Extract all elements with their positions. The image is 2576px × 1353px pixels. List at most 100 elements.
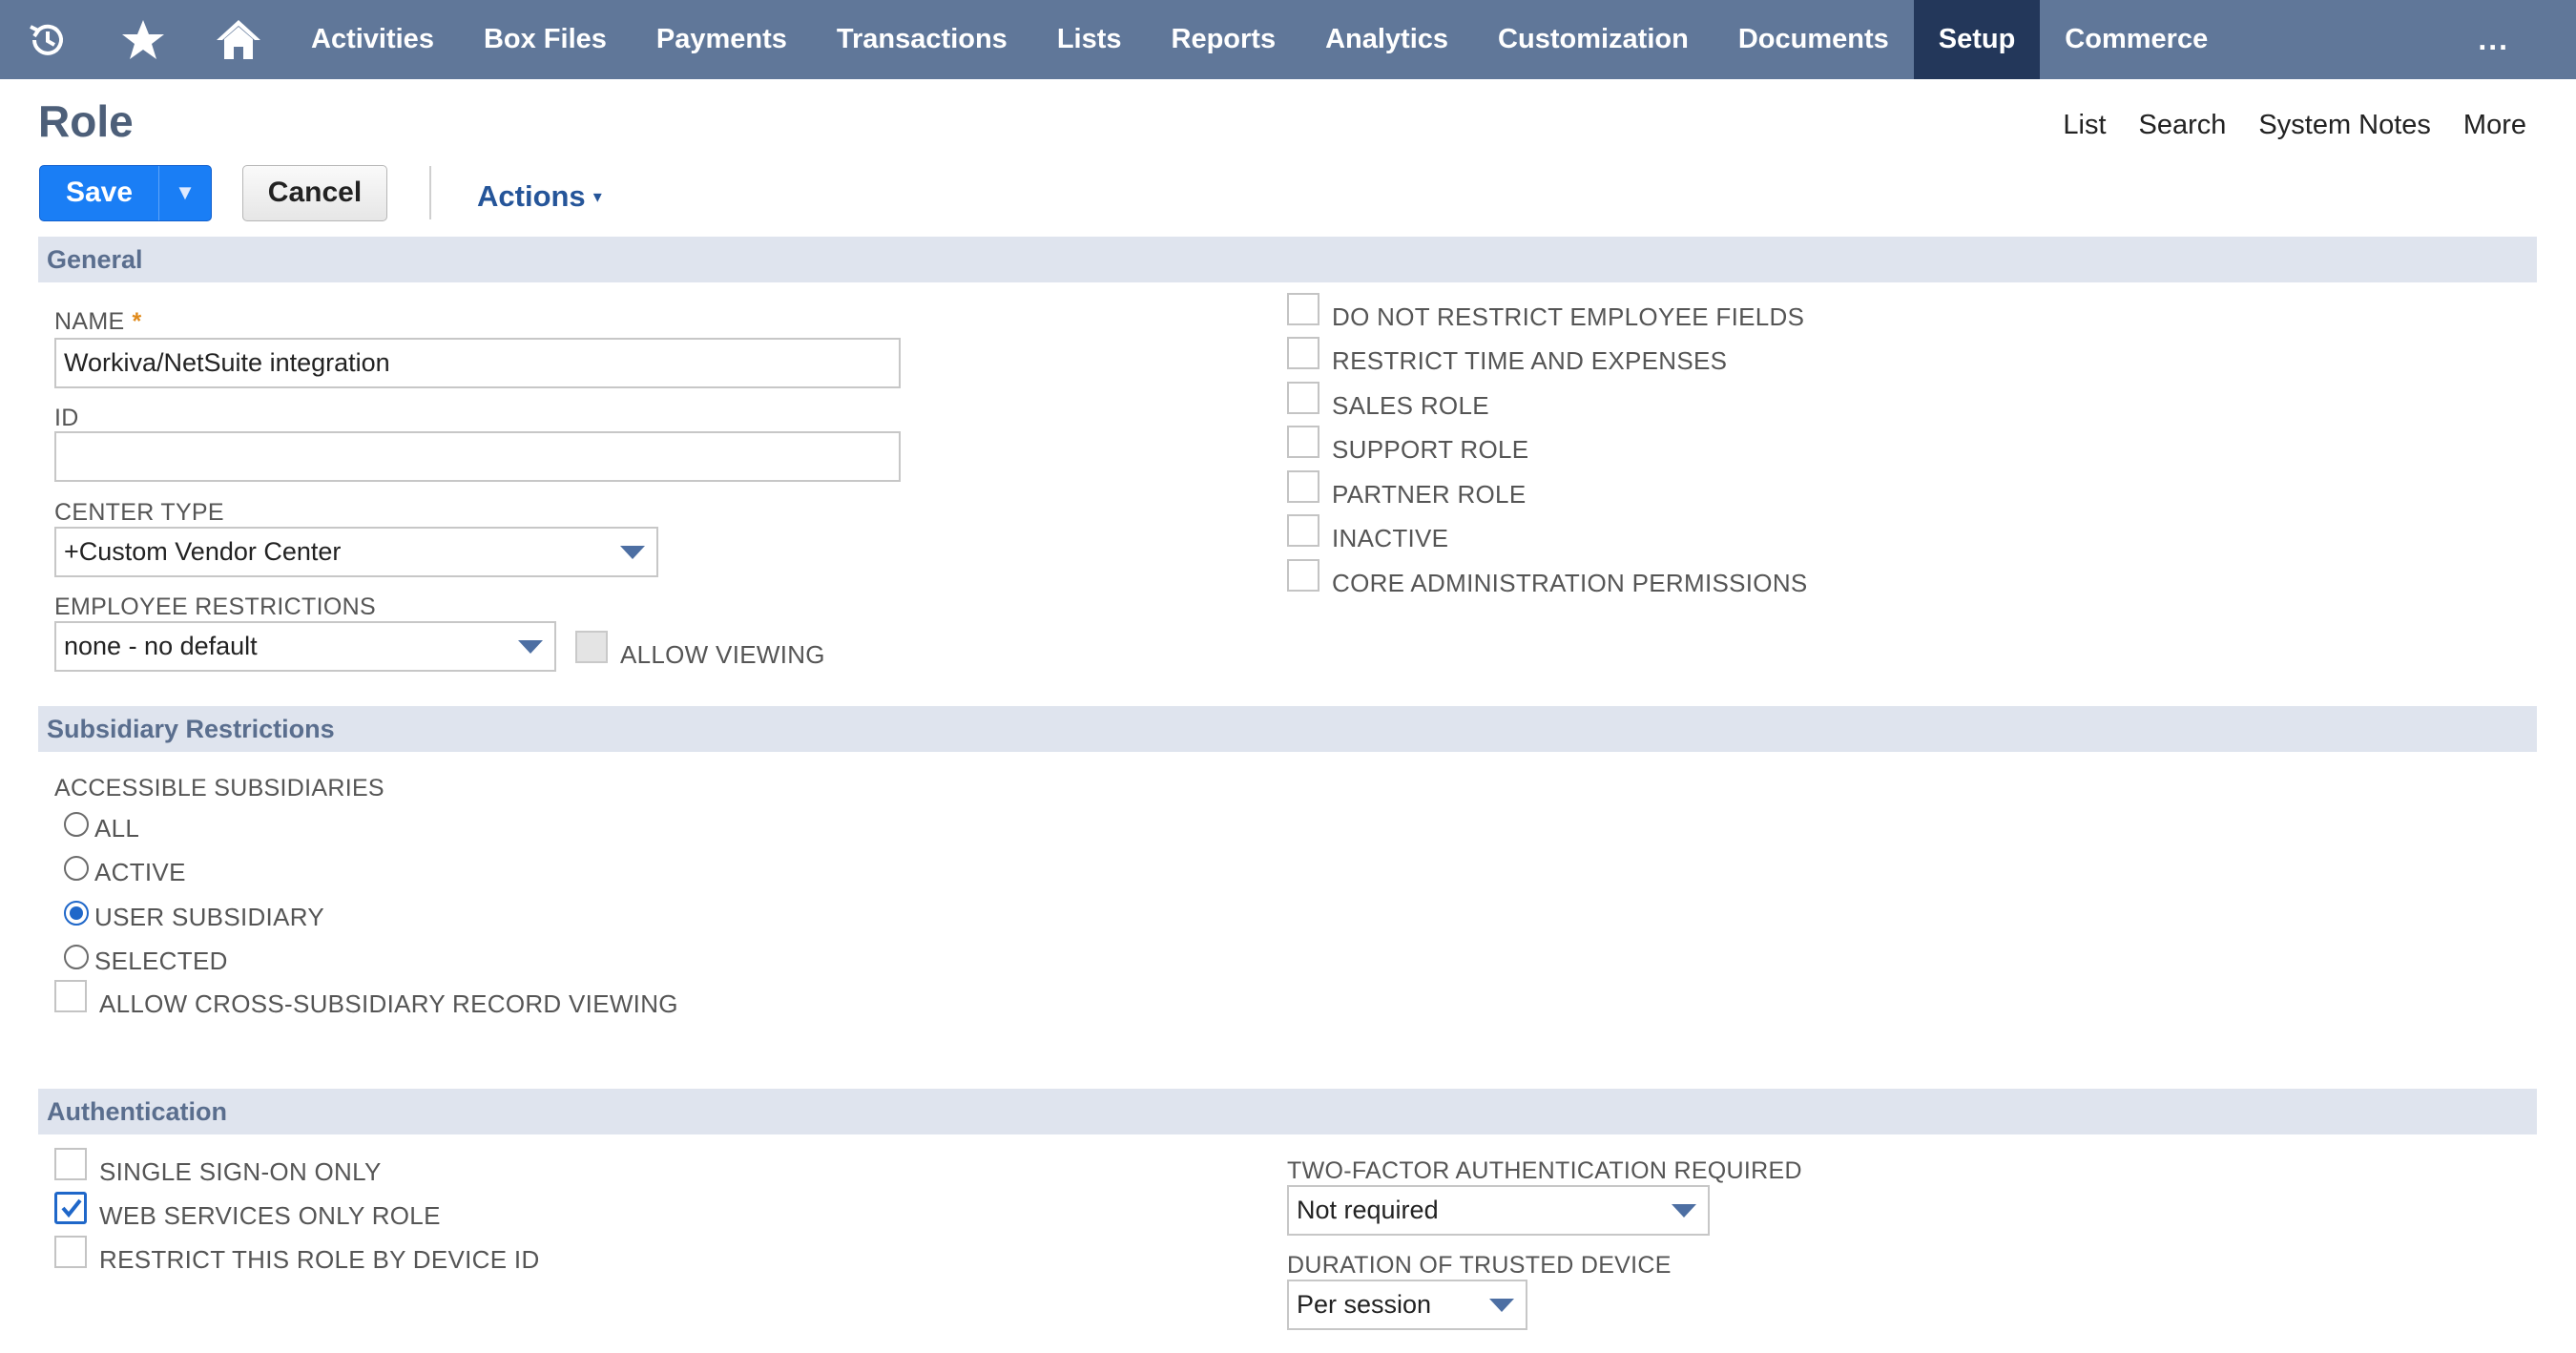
section-header-authentication[interactable]: Authentication <box>38 1089 2537 1134</box>
list-link[interactable]: List <box>2063 110 2106 141</box>
restrict-time-expenses-row: RESTRICT TIME AND EXPENSES <box>1287 337 1727 376</box>
restrict-time-expenses-label: RESTRICT TIME AND EXPENSES <box>1332 337 1727 376</box>
restrict-device-id-label: RESTRICT THIS ROLE BY DEVICE ID <box>99 1236 540 1275</box>
allow-viewing-label: ALLOW VIEWING <box>620 631 825 670</box>
web-services-only-label: WEB SERVICES ONLY ROLE <box>99 1192 441 1231</box>
trusted-device-duration-value: Per session <box>1297 1290 1431 1320</box>
single-sign-on-label: SINGLE SIGN-ON ONLY <box>99 1148 382 1187</box>
partner-role-checkbox[interactable] <box>1287 470 1319 503</box>
restrict-time-expenses-checkbox[interactable] <box>1287 337 1319 369</box>
form-toolbar: Save ▼ Cancel Actions ▾ <box>39 164 602 221</box>
name-label-text: NAME <box>54 308 124 335</box>
nav-item-reports[interactable]: Reports <box>1147 0 1301 79</box>
cancel-button[interactable]: Cancel <box>242 165 387 221</box>
nav-item-box-files[interactable]: Box Files <box>459 0 632 79</box>
core-admin-permissions-row: CORE ADMINISTRATION PERMISSIONS <box>1287 559 1808 598</box>
subsidiary-user-radio[interactable] <box>64 901 89 926</box>
dropdown-arrow-icon <box>1672 1204 1696 1218</box>
page-links: List Search System Notes More <box>2063 110 2526 141</box>
trusted-device-duration-label: DURATION OF TRUSTED DEVICE <box>1287 1252 1672 1280</box>
cross-subsidiary-row: ALLOW CROSS-SUBSIDIARY RECORD VIEWING <box>54 980 678 1019</box>
actions-menu[interactable]: Actions ▾ <box>477 172 602 214</box>
caret-down-icon: ▾ <box>593 187 602 207</box>
sales-role-label: SALES ROLE <box>1332 382 1489 421</box>
core-admin-permissions-label: CORE ADMINISTRATION PERMISSIONS <box>1332 559 1808 598</box>
subsidiary-all-radio[interactable] <box>64 812 89 837</box>
subsidiary-selected-row: SELECTED <box>64 945 228 976</box>
support-role-label: SUPPORT ROLE <box>1332 426 1528 465</box>
dropdown-arrow-icon <box>1489 1299 1514 1312</box>
allow-viewing-checkbox[interactable] <box>575 631 608 663</box>
main-menu: Activities Box Files Payments Transactio… <box>286 0 2233 79</box>
search-link[interactable]: Search <box>2139 110 2227 141</box>
sales-role-checkbox[interactable] <box>1287 382 1319 414</box>
single-sign-on-checkbox[interactable] <box>54 1148 87 1180</box>
save-button[interactable]: Save <box>40 166 158 220</box>
home-icon[interactable] <box>191 0 286 79</box>
cross-subsidiary-checkbox[interactable] <box>54 980 87 1012</box>
subsidiary-user-label: USER SUBSIDIARY <box>94 901 324 932</box>
inactive-row: INACTIVE <box>1287 514 1448 553</box>
nav-item-transactions[interactable]: Transactions <box>812 0 1032 79</box>
subsidiary-active-radio[interactable] <box>64 856 89 881</box>
more-link[interactable]: More <box>2463 110 2526 141</box>
top-navigation-bar: Activities Box Files Payments Transactio… <box>0 0 2576 79</box>
section-header-subsidiary-restrictions[interactable]: Subsidiary Restrictions <box>38 706 2537 752</box>
trusted-device-duration-select[interactable]: Per session <box>1287 1280 1527 1330</box>
do-not-restrict-employee-fields-row: DO NOT RESTRICT EMPLOYEE FIELDS <box>1287 293 1804 332</box>
save-options-dropdown-icon[interactable]: ▼ <box>158 166 211 220</box>
restrict-device-id-checkbox[interactable] <box>54 1236 87 1268</box>
inactive-checkbox[interactable] <box>1287 514 1319 547</box>
nav-more-menu[interactable]: ... <box>2478 0 2509 79</box>
section-header-general[interactable]: General <box>38 237 2537 282</box>
partner-role-label: PARTNER ROLE <box>1332 470 1526 510</box>
required-mark: * <box>132 308 141 335</box>
core-admin-permissions-checkbox[interactable] <box>1287 559 1319 592</box>
restrict-device-id-row: RESTRICT THIS ROLE BY DEVICE ID <box>54 1236 540 1275</box>
accessible-subsidiaries-label: ACCESSIBLE SUBSIDIARIES <box>54 775 384 802</box>
web-services-only-checkbox[interactable] <box>54 1192 87 1224</box>
nav-item-analytics[interactable]: Analytics <box>1300 0 1473 79</box>
employee-restrictions-value: none - no default <box>64 632 258 661</box>
nav-item-setup[interactable]: Setup <box>1914 0 2041 79</box>
nav-item-activities[interactable]: Activities <box>286 0 459 79</box>
do-not-restrict-employee-fields-checkbox[interactable] <box>1287 293 1319 325</box>
center-type-value: +Custom Vendor Center <box>64 537 341 567</box>
web-services-only-row: WEB SERVICES ONLY ROLE <box>54 1192 441 1231</box>
star-icon[interactable] <box>95 0 191 79</box>
subsidiary-active-label: ACTIVE <box>94 856 186 887</box>
support-role-checkbox[interactable] <box>1287 426 1319 458</box>
subsidiary-all-row: ALL <box>64 812 139 843</box>
inactive-label: INACTIVE <box>1332 514 1448 553</box>
nav-item-lists[interactable]: Lists <box>1032 0 1147 79</box>
nav-item-documents[interactable]: Documents <box>1714 0 1914 79</box>
employee-restrictions-label: EMPLOYEE RESTRICTIONS <box>54 593 376 621</box>
nav-item-commerce[interactable]: Commerce <box>2040 0 2233 79</box>
subsidiary-selected-radio[interactable] <box>64 945 89 969</box>
id-input[interactable] <box>54 431 901 482</box>
page-title: Role <box>38 95 134 147</box>
two-factor-select[interactable]: Not required <box>1287 1185 1710 1236</box>
support-role-row: SUPPORT ROLE <box>1287 426 1528 465</box>
save-button-group: Save ▼ <box>39 165 212 221</box>
do-not-restrict-employee-fields-label: DO NOT RESTRICT EMPLOYEE FIELDS <box>1332 293 1804 332</box>
allow-viewing-row: ALLOW VIEWING <box>575 631 825 670</box>
nav-item-payments[interactable]: Payments <box>632 0 812 79</box>
name-input[interactable]: Workiva/NetSuite integration <box>54 338 901 388</box>
nav-item-customization[interactable]: Customization <box>1473 0 1714 79</box>
single-sign-on-row: SINGLE SIGN-ON ONLY <box>54 1148 382 1187</box>
id-field-label: ID <box>54 405 79 432</box>
name-field-label: NAME * <box>54 308 141 336</box>
dropdown-arrow-icon <box>518 640 543 654</box>
cross-subsidiary-label: ALLOW CROSS-SUBSIDIARY RECORD VIEWING <box>99 980 678 1019</box>
employee-restrictions-select[interactable]: none - no default <box>54 621 556 672</box>
partner-role-row: PARTNER ROLE <box>1287 470 1526 510</box>
system-notes-link[interactable]: System Notes <box>2258 110 2431 141</box>
checkmark-icon <box>59 1196 84 1220</box>
center-type-label: CENTER TYPE <box>54 499 224 527</box>
subsidiary-selected-label: SELECTED <box>94 945 228 976</box>
recent-history-icon[interactable] <box>0 0 95 79</box>
subsidiary-user-row: USER SUBSIDIARY <box>64 901 324 932</box>
sales-role-row: SALES ROLE <box>1287 382 1489 421</box>
center-type-select[interactable]: +Custom Vendor Center <box>54 527 658 577</box>
